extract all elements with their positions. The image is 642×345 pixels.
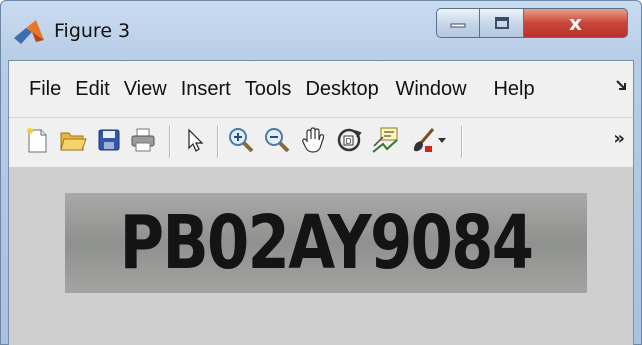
menu-view[interactable]: View [124, 78, 167, 101]
figure-window: Figure 3 x File Edit View Insert Tools D… [0, 0, 642, 345]
minimize-button[interactable] [436, 8, 480, 38]
data-cursor-icon[interactable] [371, 126, 399, 154]
figure-toolbar: D » [9, 117, 633, 166]
menu-help[interactable]: Help [493, 78, 534, 101]
rotate-3d-icon[interactable]: D [335, 126, 363, 154]
window-title: Figure 3 [54, 20, 131, 42]
zoom-out-icon[interactable] [263, 126, 291, 154]
menu-file[interactable]: File [29, 78, 61, 101]
print-icon[interactable] [129, 126, 157, 154]
matlab-logo-icon [12, 18, 46, 46]
close-icon: x [569, 11, 582, 35]
menu-edit[interactable]: Edit [75, 78, 109, 101]
license-plate-image: PB02AY9084 [65, 193, 587, 293]
figure-client-area: File Edit View Insert Tools Desktop Wind… [8, 60, 634, 345]
toolbar-overflow-button[interactable]: » [613, 128, 625, 149]
brush-dropdown-icon[interactable] [435, 126, 449, 154]
zoom-in-icon[interactable] [227, 126, 255, 154]
window-controls: x [436, 8, 638, 44]
toolbar-separator [217, 126, 218, 158]
toolbar-separator [461, 126, 462, 158]
title-bar[interactable]: Figure 3 x [0, 0, 642, 58]
toolbar-separator [169, 126, 170, 158]
minimize-icon [450, 23, 466, 28]
save-icon[interactable] [95, 126, 123, 154]
menu-bar: File Edit View Insert Tools Desktop Wind… [9, 71, 633, 107]
edit-plot-arrow-icon[interactable] [181, 126, 209, 154]
close-button[interactable]: x [524, 8, 628, 38]
new-figure-icon[interactable] [23, 126, 51, 154]
maximize-button[interactable] [480, 8, 524, 38]
menu-insert[interactable]: Insert [181, 78, 231, 101]
menu-desktop[interactable]: Desktop [305, 78, 381, 101]
plate-number: PB02AY9084 [119, 200, 534, 286]
menu-overflow-icon[interactable] [615, 79, 627, 95]
figure-canvas: PB02AY9084 [9, 167, 633, 345]
pan-hand-icon[interactable] [299, 126, 327, 154]
brush-icon[interactable] [409, 126, 437, 154]
svg-text:D: D [346, 137, 352, 146]
menu-window[interactable]: Window [395, 78, 479, 101]
maximize-icon [494, 17, 509, 29]
open-file-icon[interactable] [59, 126, 87, 154]
menu-tools[interactable]: Tools [245, 78, 292, 101]
